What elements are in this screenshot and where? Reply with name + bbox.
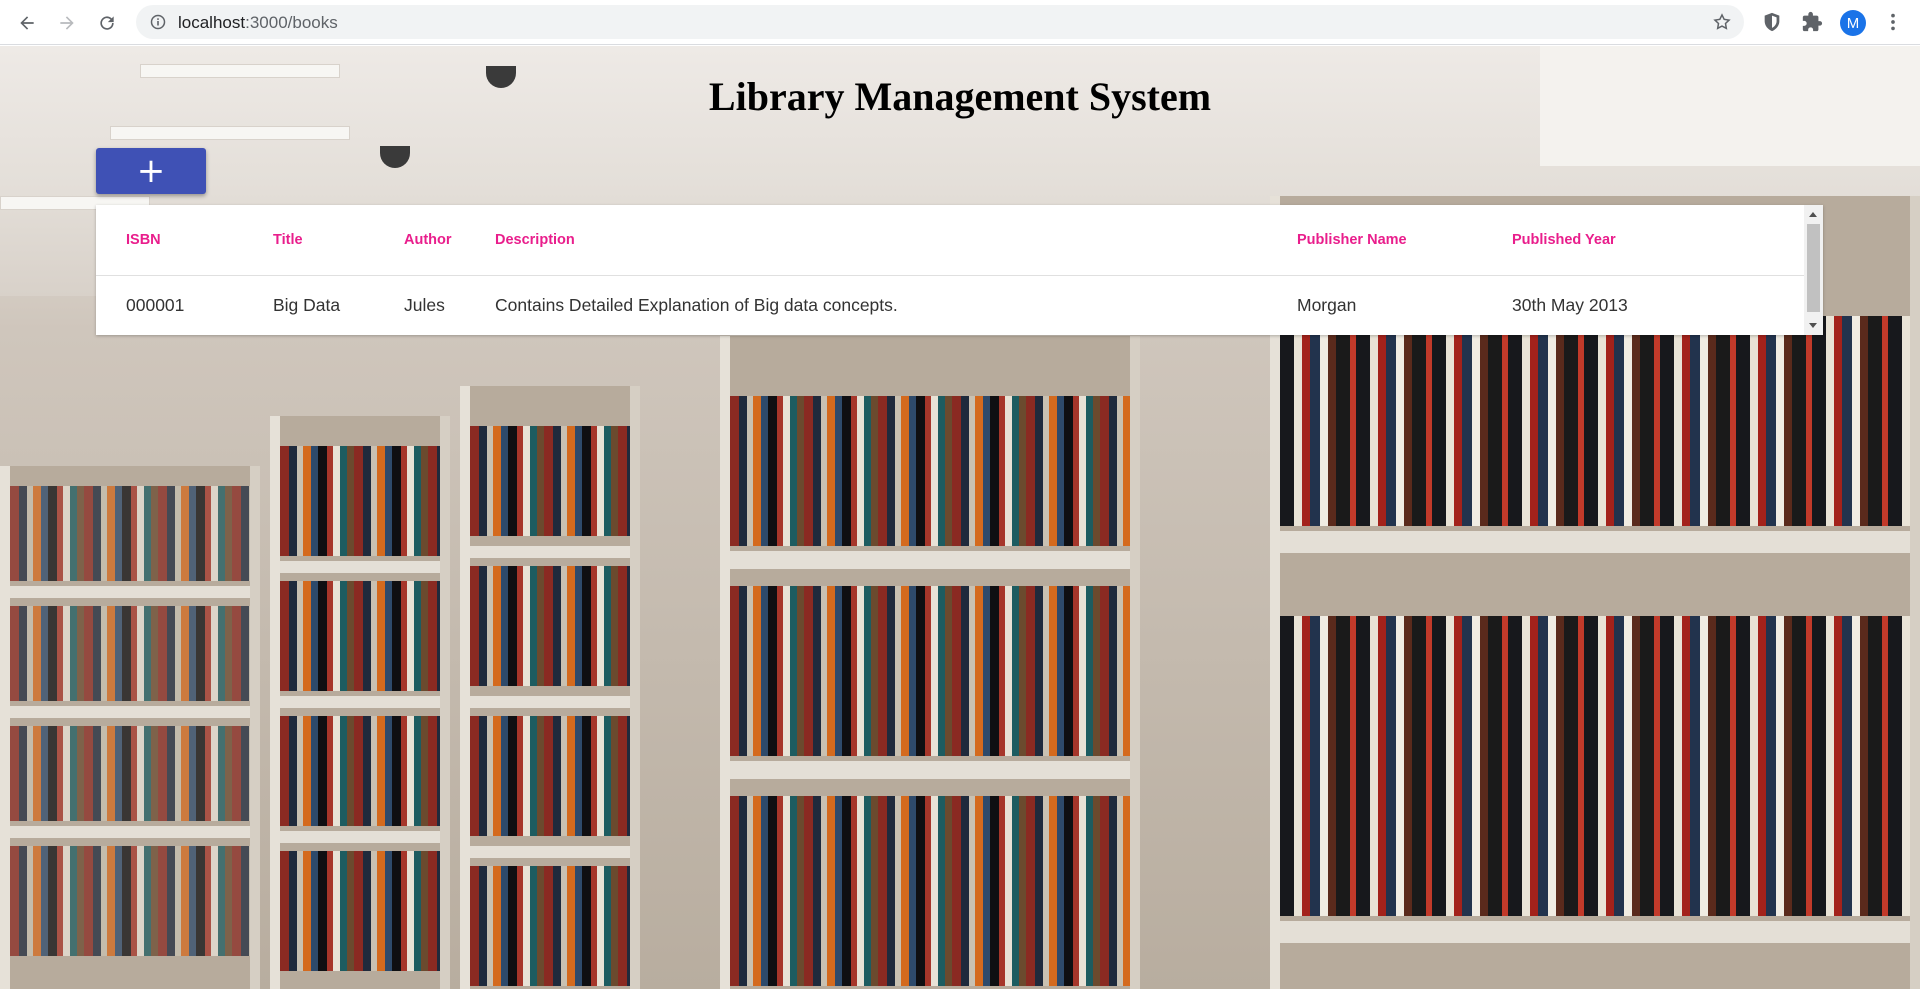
bookshelf <box>0 466 260 989</box>
cell-title: Big Data <box>273 294 341 315</box>
shelf-board <box>280 696 440 708</box>
books-row <box>470 716 630 836</box>
shelf-board <box>10 706 250 718</box>
books-row <box>470 566 630 686</box>
shelf-board <box>1280 921 1910 943</box>
address-bar[interactable]: localhost:3000/books <box>136 5 1744 39</box>
star-icon[interactable] <box>1712 12 1732 32</box>
shelf-board <box>730 761 1130 779</box>
books-row <box>470 866 630 986</box>
books-row <box>1280 316 1910 526</box>
shelf-board <box>470 846 630 858</box>
books-row <box>1280 616 1910 916</box>
books-row <box>280 851 440 971</box>
scroll-down-arrow-icon[interactable] <box>1809 323 1817 328</box>
books-row <box>730 396 1130 546</box>
bookshelf <box>460 386 640 989</box>
books-row <box>280 446 440 556</box>
bookshelf <box>720 336 1140 989</box>
books-row <box>730 586 1130 756</box>
books-row <box>10 726 250 821</box>
back-arrow-icon[interactable] <box>12 8 42 38</box>
books-row <box>470 426 630 536</box>
column-header-author[interactable]: Author <box>374 205 465 276</box>
scrollbar-thumb[interactable] <box>1807 224 1820 312</box>
profile-avatar[interactable]: M <box>1840 10 1866 36</box>
url-text: localhost:3000/books <box>178 13 338 33</box>
books-row <box>730 796 1130 986</box>
shelf-board <box>730 551 1130 569</box>
page-title: Library Management System <box>708 74 1212 119</box>
books-row <box>280 581 440 691</box>
table-row[interactable]: 000001 Big Data Jules Contains Detailed … <box>96 275 1804 335</box>
kebab-menu-icon[interactable] <box>1882 11 1904 33</box>
table-header-row: ISBN Title Author Description Publisher … <box>96 205 1804 276</box>
shelf-board <box>280 831 440 843</box>
column-header-isbn[interactable]: ISBN <box>96 205 243 276</box>
reload-icon[interactable] <box>92 8 122 38</box>
books-row <box>10 606 250 701</box>
bookshelf <box>270 416 450 989</box>
cell-publisher: Morgan <box>1297 294 1357 315</box>
ceiling-light <box>110 126 350 140</box>
security-camera <box>380 146 410 168</box>
column-header-published-year[interactable]: Published Year <box>1482 205 1804 276</box>
books-row <box>10 846 250 956</box>
page-viewport <box>0 46 1920 989</box>
cell-isbn: 000001 <box>126 294 185 315</box>
shelf-board <box>470 546 630 558</box>
shelf-board <box>280 561 440 573</box>
books-table: ISBN Title Author Description Publisher … <box>96 205 1804 335</box>
column-header-description[interactable]: Description <box>465 205 1267 276</box>
books-row <box>10 486 250 581</box>
books-table-container: ISBN Title Author Description Publisher … <box>96 205 1823 335</box>
shelf-board <box>10 586 250 598</box>
url-host: localhost <box>178 13 246 32</box>
table-scrollbar[interactable] <box>1804 205 1823 335</box>
url-path: :3000/books <box>245 13 338 32</box>
puzzle-extension-icon[interactable] <box>1801 11 1823 33</box>
column-header-title[interactable]: Title <box>243 205 374 276</box>
info-icon[interactable] <box>150 14 166 30</box>
books-row <box>280 716 440 826</box>
shelf-board <box>10 826 250 838</box>
shelf-board <box>1280 531 1910 553</box>
forward-arrow-icon[interactable] <box>52 8 82 38</box>
shelf-board <box>470 696 630 708</box>
cell-published-year: 30th May 2013 <box>1512 294 1628 315</box>
add-book-button[interactable]: + <box>96 148 206 194</box>
browser-toolbar: localhost:3000/books M <box>0 0 1920 45</box>
cell-author: Jules <box>404 294 445 315</box>
shield-extension-icon[interactable] <box>1761 11 1783 33</box>
cell-description: Contains Detailed Explanation of Big dat… <box>495 294 898 315</box>
column-header-publisher-name[interactable]: Publisher Name <box>1267 205 1482 276</box>
scroll-up-arrow-icon[interactable] <box>1809 212 1817 217</box>
